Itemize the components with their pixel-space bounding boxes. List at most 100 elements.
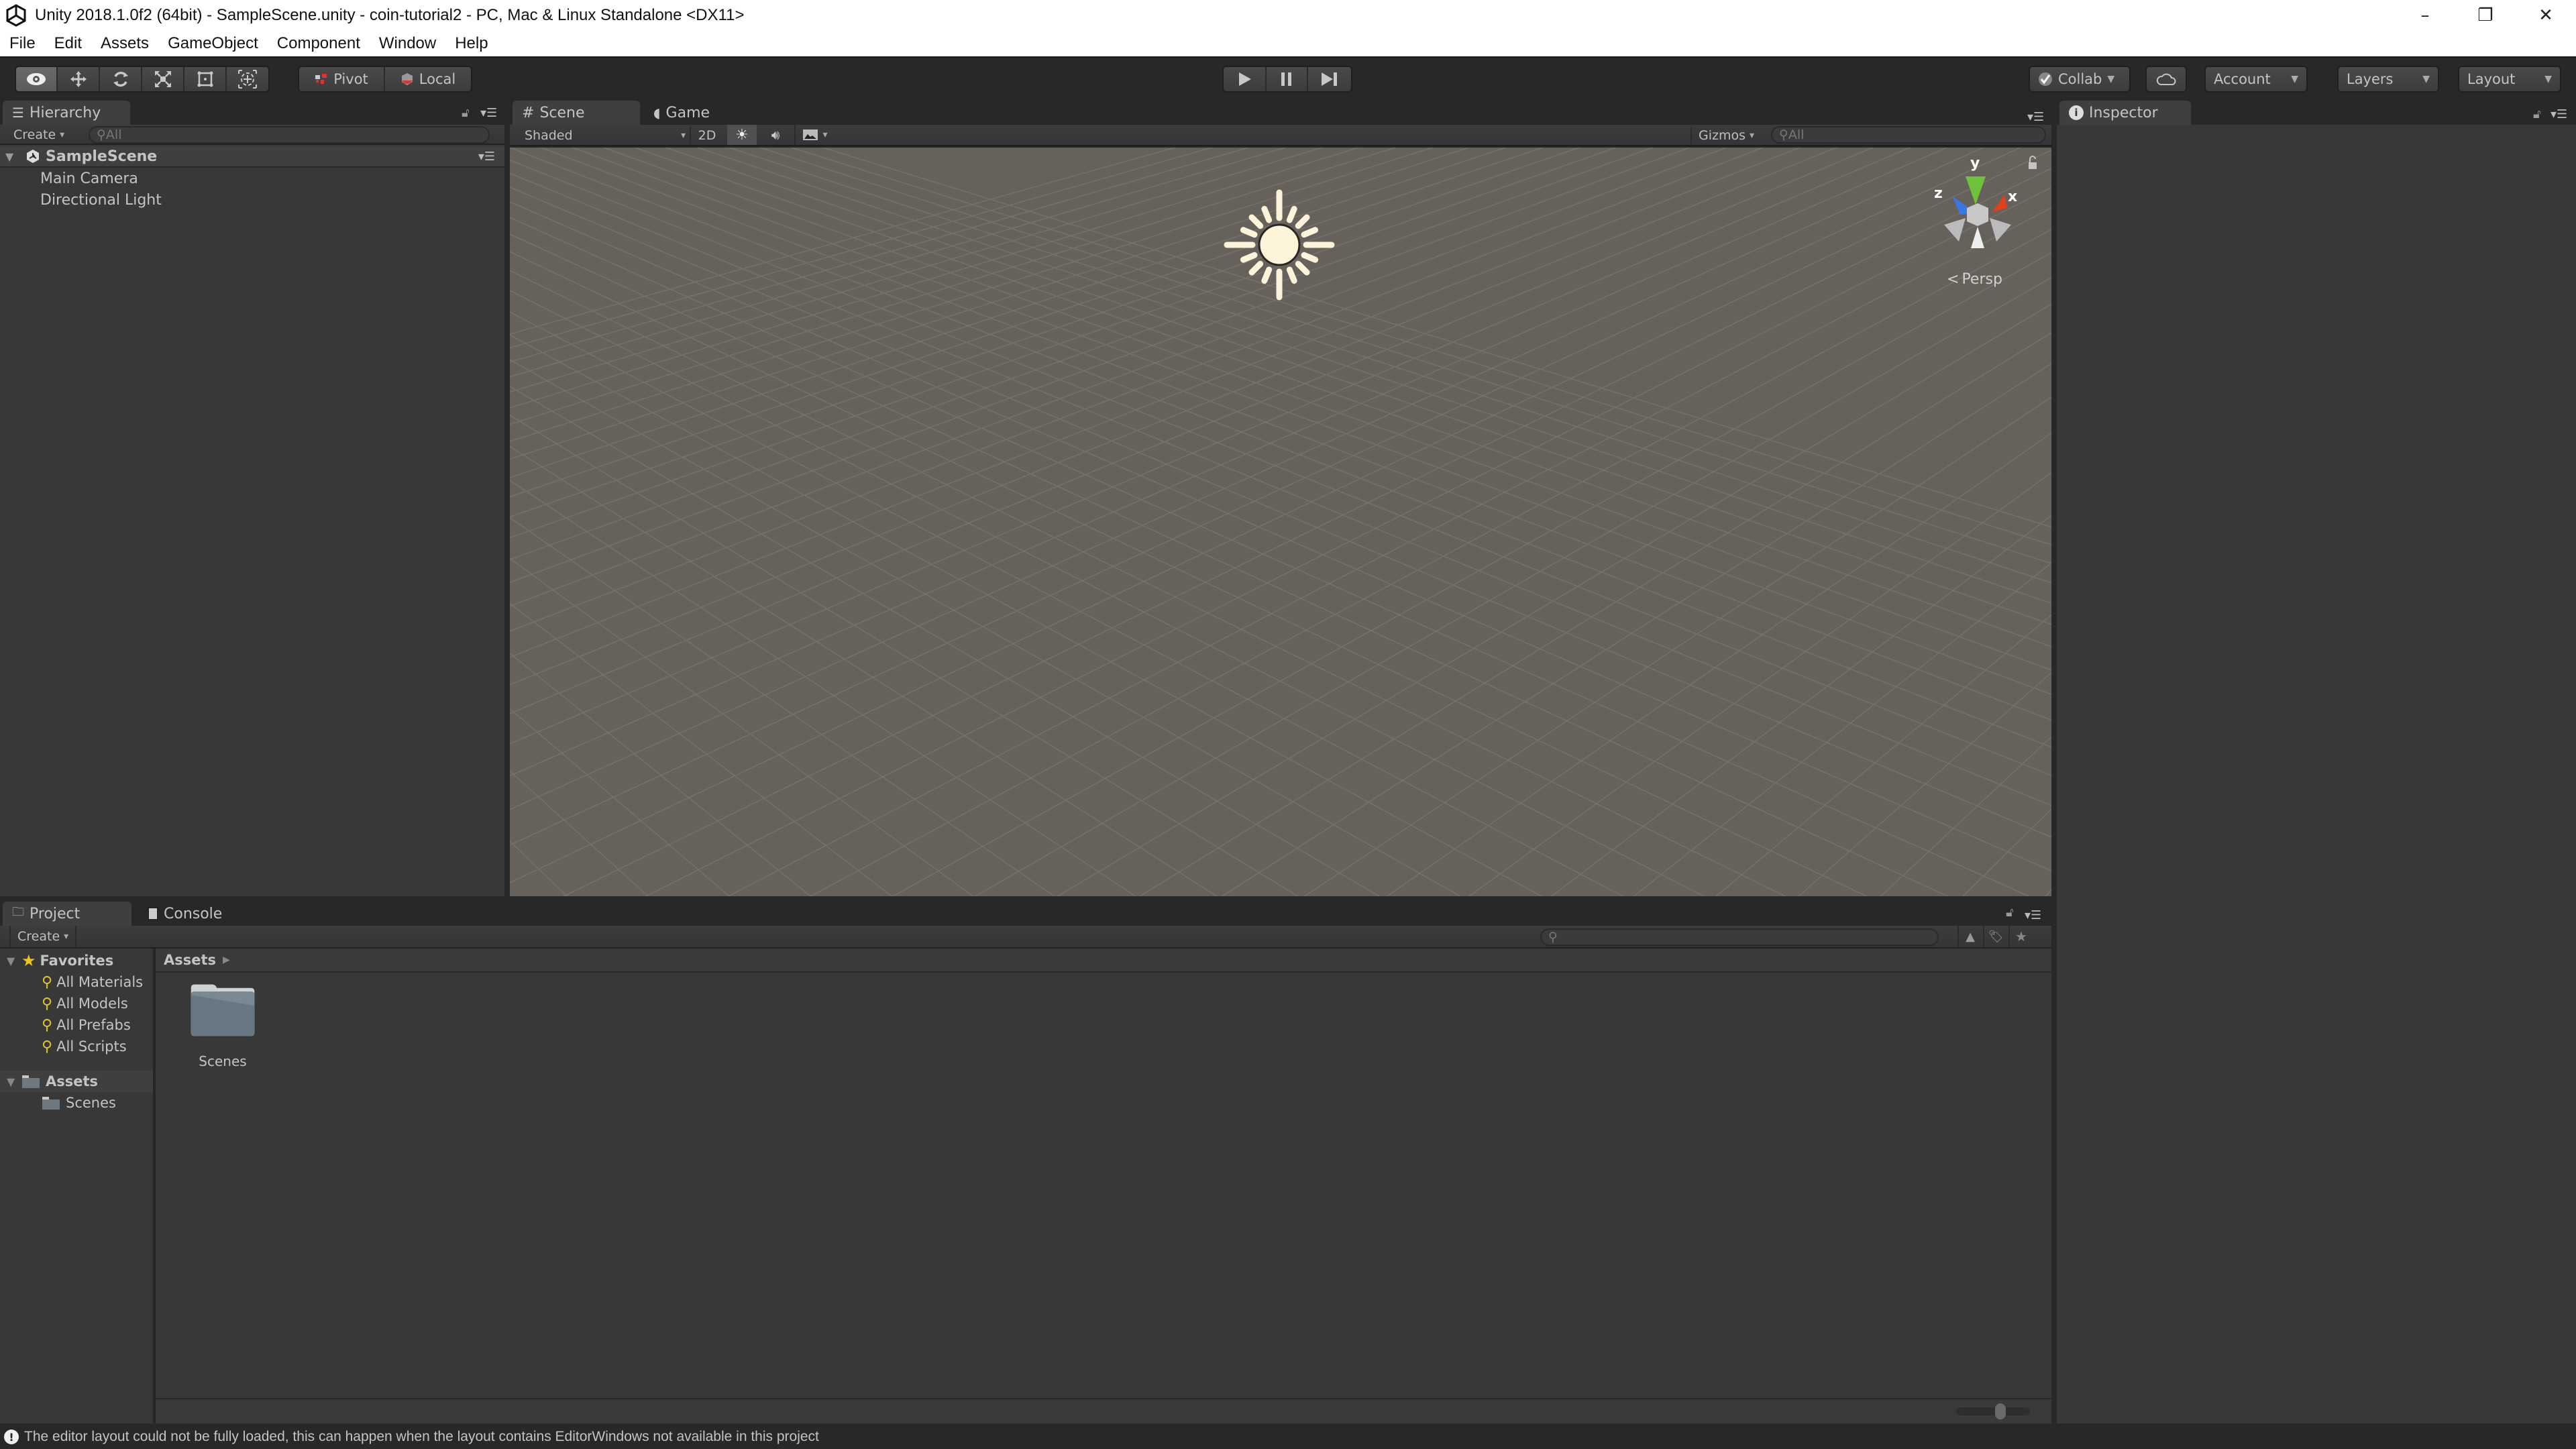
transform-tool-button[interactable] (227, 67, 268, 91)
slider-thumb[interactable] (1995, 1403, 2006, 1419)
grid-line (510, 840, 568, 896)
local-label[interactable]: Local (419, 71, 455, 87)
shapes-icon: ▲ (1966, 929, 1975, 944)
neg-z-cone[interactable] (1944, 218, 1966, 241)
favorite-item[interactable]: ⚲ All Models (0, 993, 153, 1014)
2d-toggle[interactable]: 2D (690, 127, 723, 144)
pivot-toggle[interactable]: Pivot (299, 67, 386, 91)
expand-arrow-icon[interactable]: ▼ (7, 1075, 21, 1088)
hierarchy-item[interactable]: Directional Light (0, 189, 504, 211)
lighting-toggle[interactable]: ☀ (727, 125, 757, 145)
favorites-row[interactable]: ▼ ★ Favorites (0, 950, 153, 971)
unity-logo-icon (6, 4, 26, 27)
tab-hierarchy[interactable]: ☰ Hierarchy (3, 101, 130, 125)
icon-size-slider[interactable] (1956, 1403, 2030, 1419)
menu-assets[interactable]: Assets (91, 34, 158, 53)
projection-toggle[interactable]: < Persp (1947, 271, 2002, 288)
directional-light-gizmo[interactable] (1222, 188, 1336, 302)
panel-menu-icon[interactable]: ▾☰ (2025, 908, 2041, 922)
lock-icon[interactable]: 🔓︎ (2006, 906, 2014, 920)
center-cube[interactable] (1967, 203, 1988, 226)
asset-grid-item[interactable]: Scenes (176, 982, 270, 1069)
expand-arrow-icon[interactable]: ▼ (7, 955, 21, 967)
account-dropdown[interactable]: Account ▼ (2204, 66, 2308, 93)
scene-menu-icon[interactable]: ▾☰ (478, 150, 495, 164)
cloud-button[interactable] (2145, 66, 2187, 93)
close-button[interactable]: ✕ (2516, 0, 2576, 31)
pacman-game-icon: ◖ (653, 105, 661, 121)
assets-root-label: Assets (46, 1073, 99, 1089)
layout-dropdown[interactable]: Layout ▼ (2458, 66, 2561, 93)
project-create-dropdown[interactable]: Create ▾ (9, 926, 77, 947)
move-tool-button[interactable] (58, 67, 100, 91)
layers-dropdown[interactable]: Layers ▼ (2337, 66, 2439, 93)
audio-toggle[interactable]: 🔊︎ (761, 125, 790, 145)
search-by-label-button[interactable]: 🏷︎ (1983, 926, 2007, 947)
project-search-input[interactable]: ⚲ (1540, 928, 1939, 946)
gizmos-dropdown[interactable]: Gizmos ▾ (1690, 127, 1758, 144)
inspector-panel (2057, 125, 2576, 1424)
hierarchy-search-input[interactable]: ⚲ All (89, 126, 490, 144)
neg-y-cone[interactable] (1971, 227, 1984, 248)
collab-dropdown[interactable]: Collab ▼ (2029, 66, 2131, 93)
scene-search-input[interactable]: ⚲ All (1771, 126, 2046, 144)
scale-icon (154, 71, 171, 87)
rotate-tool-button[interactable] (100, 67, 142, 91)
orientation-gizmo[interactable]: y z x < Persp (1912, 148, 2046, 302)
panel-menu-icon[interactable]: ▾☰ (480, 106, 497, 120)
breadcrumb-assets[interactable]: Assets (164, 952, 216, 968)
tab-scene[interactable]: # Scene (513, 101, 640, 125)
menu-file[interactable]: File (0, 34, 45, 53)
gizmo-lock-icon[interactable] (2029, 162, 2037, 169)
favorite-item[interactable]: ⚲ All Prefabs (0, 1014, 153, 1036)
step-button[interactable] (1308, 67, 1351, 91)
search-by-type-button[interactable]: ▲ (1957, 926, 1982, 947)
assets-root-row[interactable]: ▼ Assets (0, 1071, 153, 1092)
local-toggle[interactable]: Local (385, 67, 471, 91)
lock-icon[interactable]: 🔓︎ (462, 106, 470, 120)
scene-tabstrip: # Scene ◖ Game ▾☰ (510, 101, 2051, 125)
tab-inspector[interactable]: i Inspector (2059, 101, 2191, 125)
neg-x-cone[interactable] (1990, 218, 2011, 241)
menu-help[interactable]: Help (445, 34, 497, 53)
hierarchy-create-dropdown[interactable]: Create ▾ (13, 126, 64, 144)
rect-tool-button[interactable] (184, 67, 227, 91)
menu-component[interactable]: Component (268, 34, 370, 53)
x-axis-cone[interactable] (1992, 195, 2007, 212)
transform-icon (238, 70, 257, 89)
save-search-button[interactable]: ★ (2008, 926, 2033, 947)
2d-label: 2D (698, 128, 716, 143)
tab-console[interactable]: Console (138, 902, 252, 926)
tab-game[interactable]: ◖ Game (644, 101, 758, 125)
play-button[interactable] (1224, 67, 1267, 91)
unity-scene-icon (27, 150, 39, 163)
favorite-item[interactable]: ⚲ All Materials (0, 971, 153, 993)
effects-dropdown[interactable]: ▾ (794, 125, 835, 145)
panel-menu-icon[interactable]: ▾☰ (2027, 110, 2044, 124)
status-message[interactable]: The editor layout could not be fully loa… (24, 1429, 819, 1445)
pause-button[interactable] (1267, 67, 1309, 91)
panel-menu-icon[interactable]: ▾☰ (2551, 107, 2567, 121)
step-icon (1322, 72, 1338, 86)
hierarchy-item[interactable]: Main Camera (0, 168, 504, 189)
minimize-button[interactable]: – (2395, 0, 2455, 31)
grid-hash-icon: # (522, 104, 535, 121)
axis-gizmo-icon: y z x (1934, 155, 2037, 248)
shading-mode-dropdown[interactable]: Shaded ▾ (525, 127, 686, 144)
perspective-icon: < (1947, 271, 1960, 288)
tab-project[interactable]: 🗀︎ Project (3, 902, 131, 926)
restore-button[interactable]: ❐ (2455, 0, 2516, 31)
y-axis-cone[interactable] (1966, 176, 1986, 205)
scene-root-row[interactable]: ▼ SampleScene ▾☰ (0, 146, 504, 168)
view-tool-button[interactable] (16, 67, 58, 91)
expand-arrow-icon[interactable]: ▼ (5, 150, 19, 163)
scene-viewport[interactable]: y z x < Persp (510, 148, 2051, 896)
lock-icon[interactable]: 🔓︎ (2533, 107, 2541, 121)
menu-gameobject[interactable]: GameObject (158, 34, 268, 53)
menu-edit[interactable]: Edit (45, 34, 91, 53)
menu-window[interactable]: Window (370, 34, 445, 53)
chevron-down-icon: ▼ (2291, 74, 2298, 85)
scale-tool-button[interactable] (142, 67, 184, 91)
favorite-item[interactable]: ⚲ All Scripts (0, 1036, 153, 1057)
asset-folder-item[interactable]: Scenes (0, 1092, 153, 1114)
